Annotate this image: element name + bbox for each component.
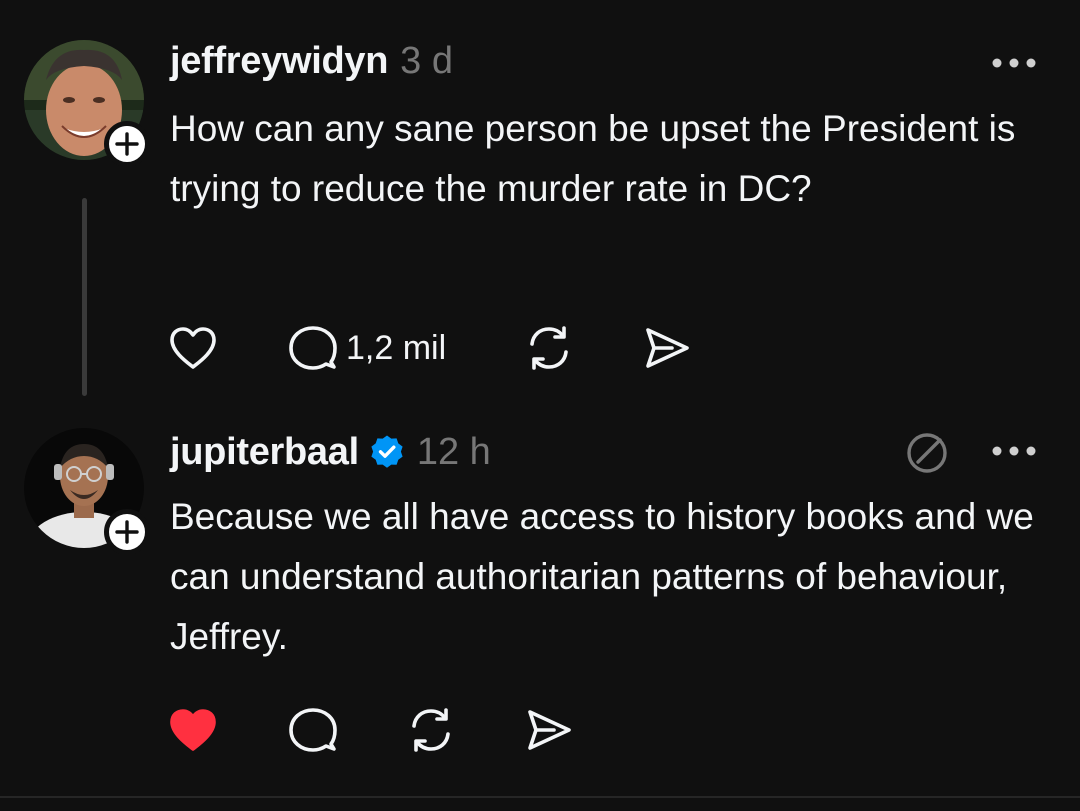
post-header: jeffreywidyn 3 d [170, 40, 453, 83]
verified-badge-icon [371, 435, 403, 468]
post-header: jupiterbaal 12 h [170, 428, 491, 474]
timestamp: 12 h [416, 431, 491, 473]
heart-filled-icon [170, 709, 216, 751]
share-icon [528, 710, 571, 750]
username[interactable]: jeffreywidyn [170, 40, 388, 83]
follow-button[interactable] [104, 509, 150, 555]
reply-button[interactable] [288, 700, 406, 760]
reply-limit-icon[interactable] [904, 430, 950, 476]
reply-post: jupiterbaal 12 h Because we all have acc… [0, 420, 1080, 795]
comment-icon [289, 708, 337, 752]
post-text: Because we all have access to history bo… [170, 496, 1034, 657]
reply-button[interactable]: 1,2 mil [288, 318, 524, 378]
reply-count: 1,2 mil [346, 328, 447, 367]
username[interactable]: jupiterbaal [170, 431, 359, 474]
thread-line [82, 198, 87, 396]
action-bar: 1,2 mil [168, 318, 692, 378]
more-button[interactable] [986, 48, 1042, 78]
action-bar [168, 700, 574, 760]
thread-post: jeffreywidyn 3 d How can any sane person… [0, 0, 1080, 420]
follow-plus-icon [115, 520, 139, 544]
repost-icon [412, 708, 450, 752]
timestamp: 3 d [400, 40, 453, 82]
divider [0, 796, 1080, 798]
follow-plus-icon [115, 132, 139, 156]
more-icon [992, 446, 1036, 456]
repost-button[interactable] [524, 318, 642, 378]
repost-icon [530, 326, 568, 370]
repost-button[interactable] [406, 700, 524, 760]
follow-button[interactable] [104, 121, 150, 167]
comment-icon [289, 326, 337, 370]
share-button[interactable] [524, 700, 574, 760]
more-icon [992, 58, 1036, 68]
heart-icon [170, 327, 216, 369]
post-text: How can any sane person be upset the Pre… [170, 108, 1016, 209]
like-button[interactable] [168, 318, 288, 378]
share-icon [646, 328, 689, 368]
more-button[interactable] [986, 436, 1042, 466]
like-button[interactable] [168, 700, 288, 760]
share-button[interactable] [642, 318, 692, 378]
